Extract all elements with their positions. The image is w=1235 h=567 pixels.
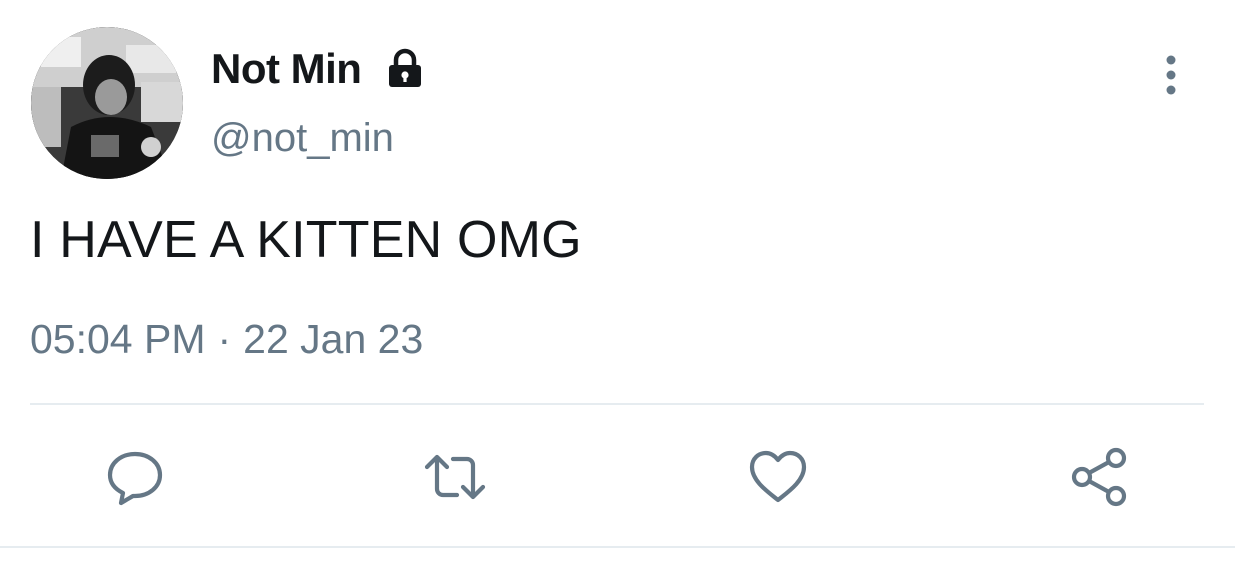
retweet-button[interactable] [423, 445, 487, 509]
retweet-icon [424, 454, 486, 500]
tweet-timestamp[interactable]: 05:04 PM · 22 Jan 23 [30, 316, 423, 363]
author-handle[interactable]: @not_min [211, 116, 394, 161]
share-button[interactable] [1068, 445, 1132, 509]
avatar-image [31, 27, 183, 179]
share-icon [1071, 447, 1127, 507]
timestamp-separator: · [217, 316, 232, 362]
reply-button[interactable] [103, 445, 167, 509]
tweet-date: 22 Jan 23 [243, 316, 424, 362]
tweet-time: 05:04 PM [30, 316, 206, 362]
author-name-row: Not Min [211, 44, 427, 94]
bottom-divider [0, 546, 1235, 548]
avatar[interactable] [31, 27, 183, 179]
author-display-name[interactable]: Not Min [211, 45, 362, 93]
tweet-text: I HAVE A KITTEN OMG [30, 211, 582, 269]
more-vertical-icon[interactable] [1155, 52, 1187, 98]
like-button[interactable] [746, 445, 810, 509]
divider [30, 403, 1204, 405]
lock-icon [383, 47, 427, 91]
heart-icon [749, 450, 807, 503]
tweet-card: Not Min @not_min I HAVE A KITTEN OMG 05:… [0, 0, 1235, 567]
reply-icon [107, 451, 163, 506]
